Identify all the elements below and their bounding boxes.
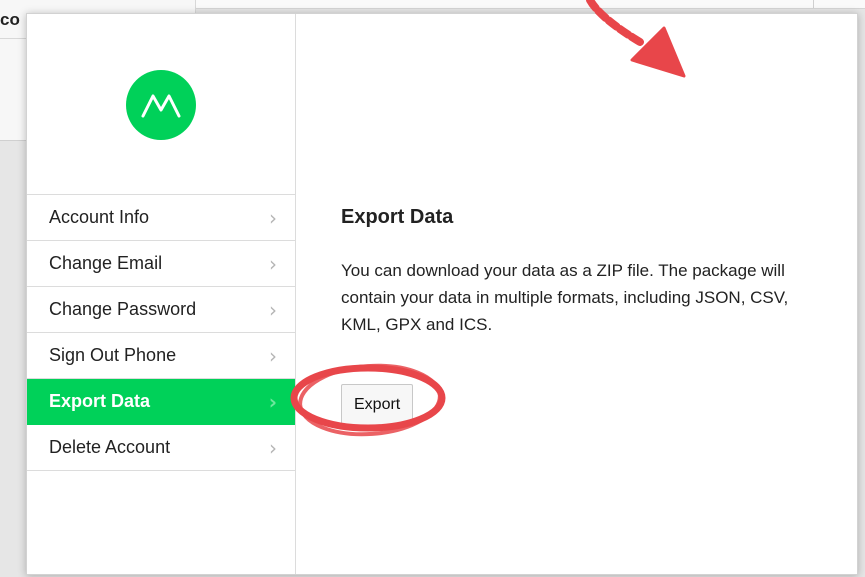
export-panel: Export Data You can download your data a… <box>296 14 857 574</box>
sidebar-item-label: Export Data <box>49 391 151 411</box>
sidebar-item-change-email[interactable]: Change Email › <box>27 241 295 287</box>
chevron-right-icon: › <box>269 297 277 322</box>
sidebar-item-change-password[interactable]: Change Password › <box>27 287 295 333</box>
chevron-right-icon: › <box>269 343 277 368</box>
logo-area <box>27 14 295 194</box>
sidebar-item-delete-account[interactable]: Delete Account › <box>27 425 295 471</box>
sidebar-item-label: Change Password <box>49 299 197 319</box>
export-button[interactable]: Export <box>341 384 414 426</box>
sidebar-item-label: Delete Account <box>49 437 171 457</box>
sidebar-item-label: Sign Out Phone <box>49 345 177 365</box>
sidebar-item-label: Change Email <box>49 253 163 273</box>
chevron-right-icon: › <box>269 205 277 230</box>
settings-sidebar: Account Info › Change Email › Change Pas… <box>27 14 296 574</box>
export-description: You can download your data as a ZIP file… <box>341 261 789 334</box>
background-partial-text: co <box>0 10 20 29</box>
sidebar-item-export-data[interactable]: Export Data › <box>27 379 295 425</box>
sidebar-item-sign-out-phone[interactable]: Sign Out Phone › <box>27 333 295 379</box>
settings-modal: Account Info › Change Email › Change Pas… <box>26 13 858 575</box>
chevron-right-icon: › <box>269 251 277 276</box>
page-title: Export Data <box>341 206 454 228</box>
sidebar-item-label: Account Info <box>49 207 150 227</box>
settings-menu: Account Info › Change Email › Change Pas… <box>27 194 295 471</box>
moves-logo-icon <box>126 70 196 140</box>
chevron-right-icon: › <box>269 435 277 460</box>
chevron-right-icon: › <box>268 389 277 414</box>
sidebar-item-account-info[interactable]: Account Info › <box>27 195 295 241</box>
